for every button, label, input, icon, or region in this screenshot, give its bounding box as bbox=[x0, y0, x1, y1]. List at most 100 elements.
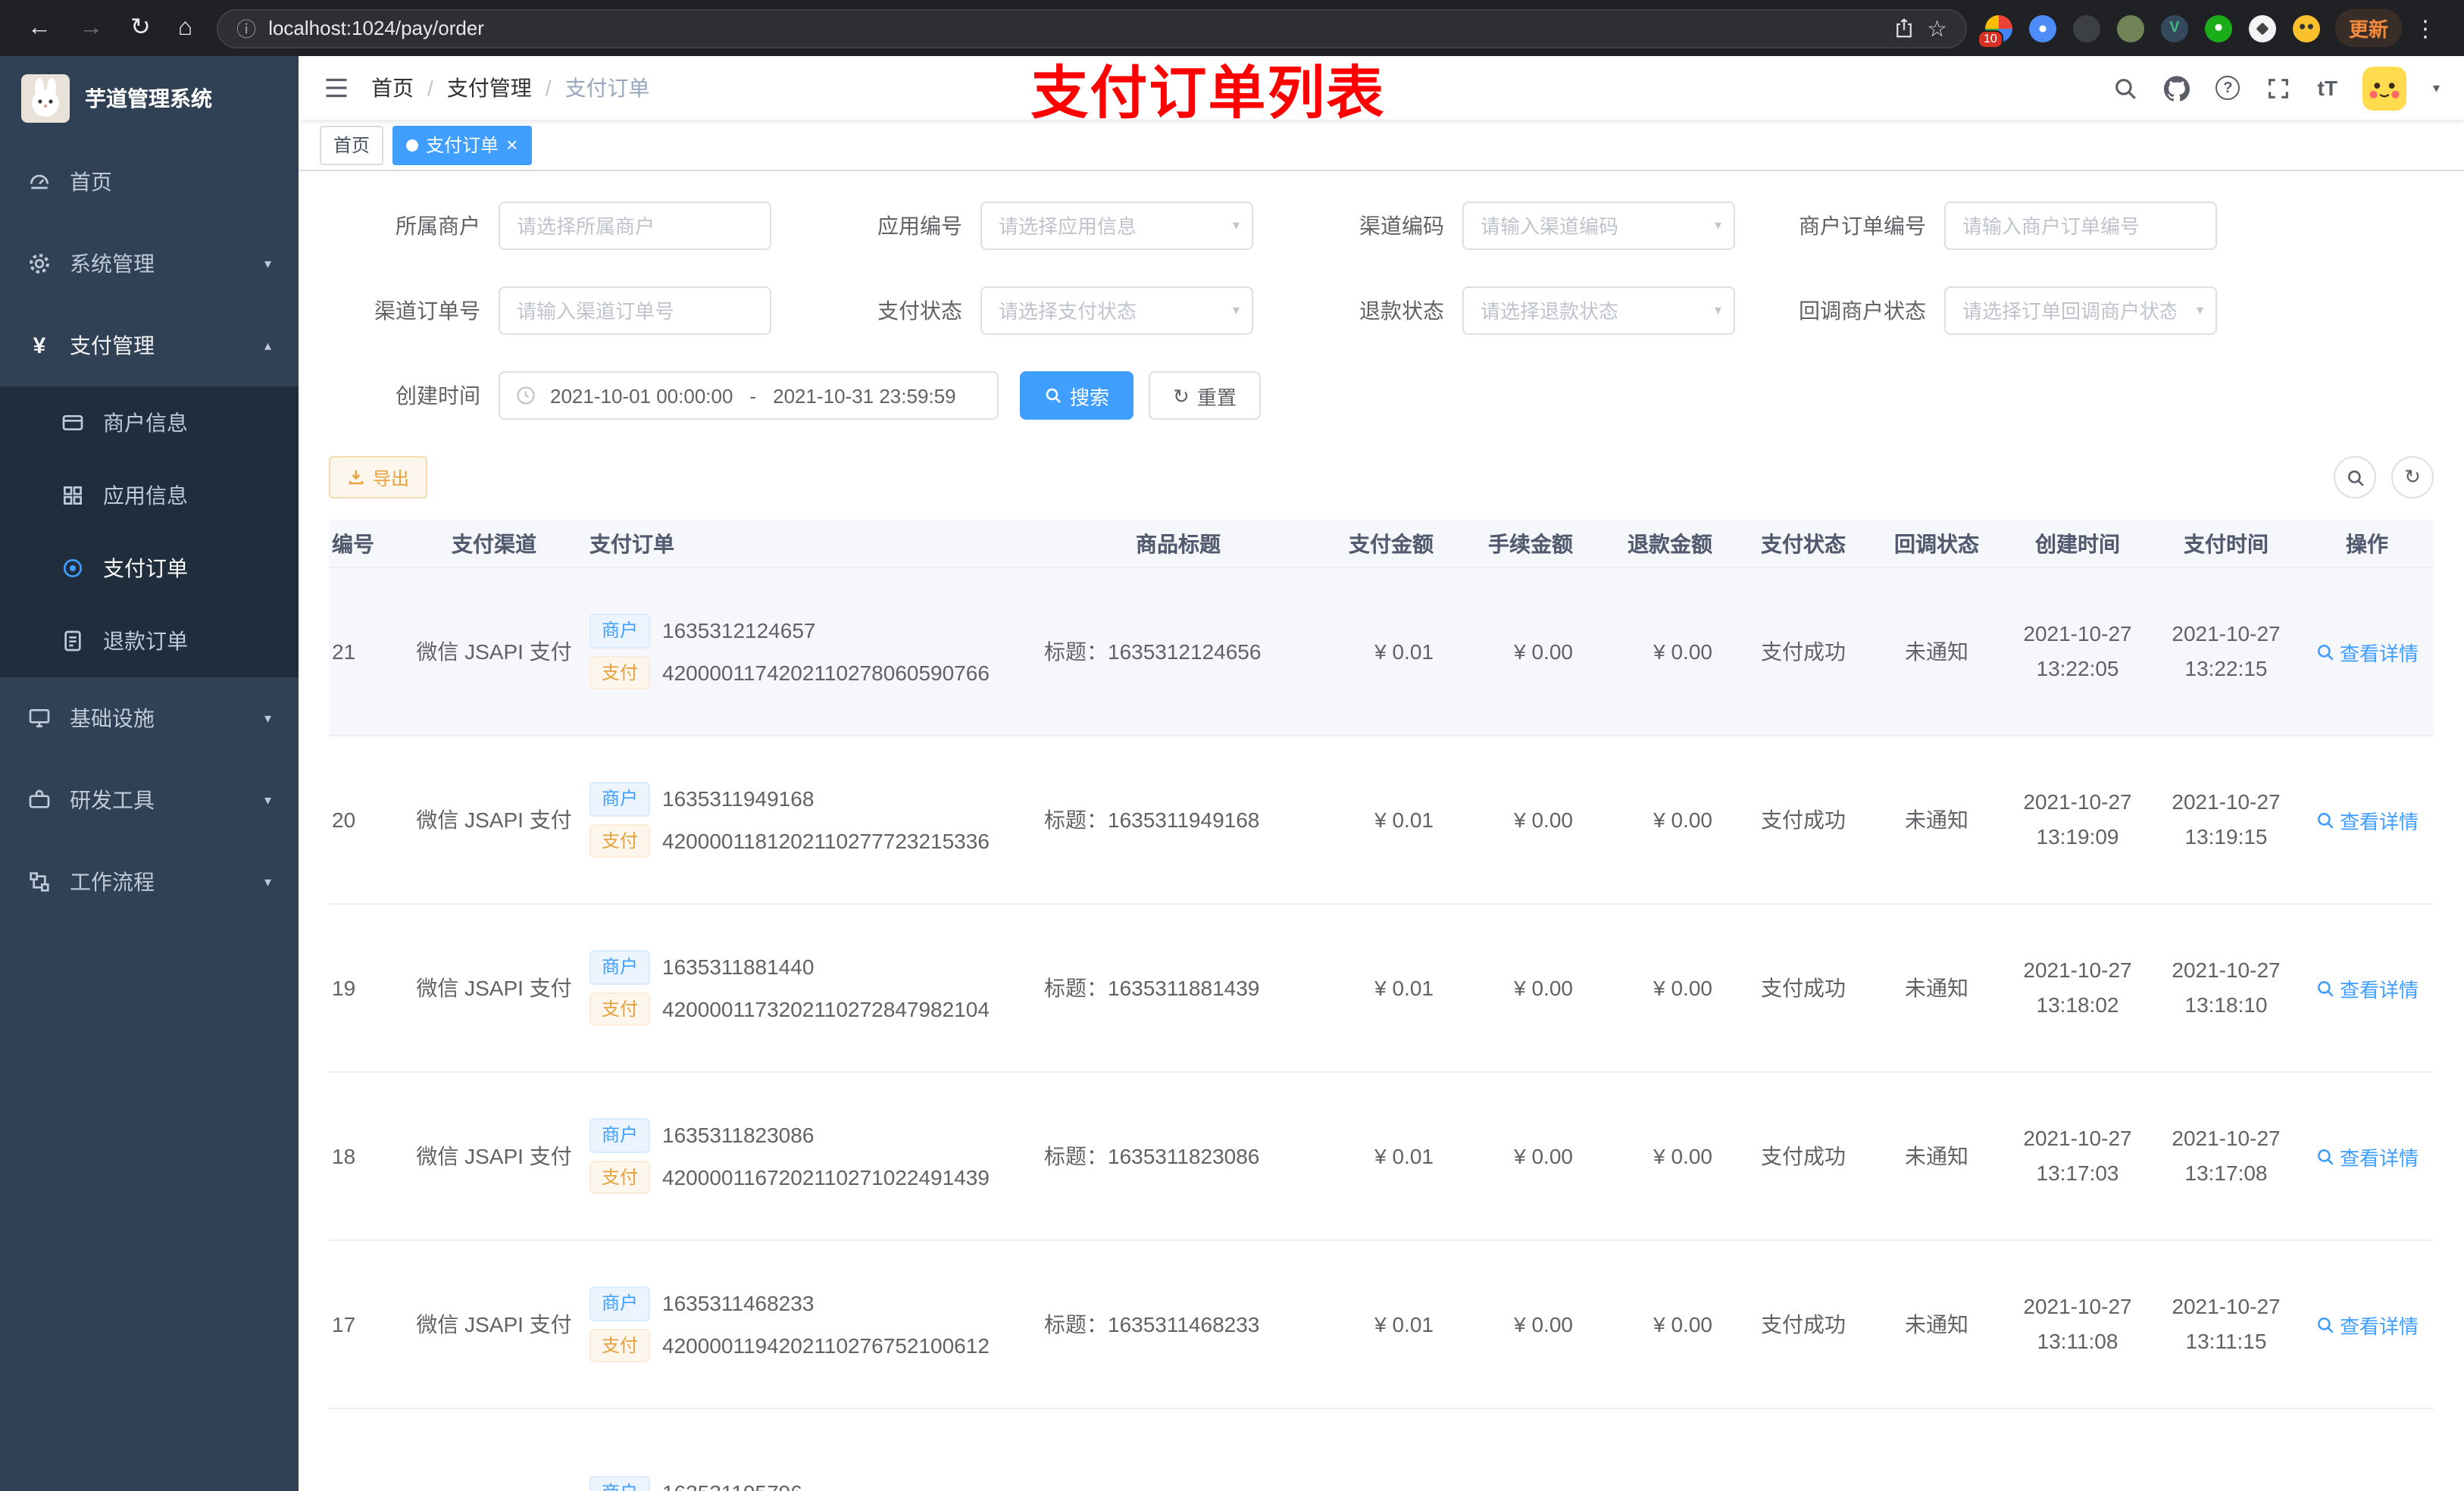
breadcrumb-separator: / bbox=[427, 76, 433, 100]
cell-product-title: 标题：1635311823086 bbox=[1044, 1144, 1260, 1168]
filter-callback-status: 回调商户状态 ▾ bbox=[1775, 286, 2256, 335]
create-time-range-picker[interactable]: 2021-10-01 00:00:00 - 2021-10-31 23:59:5… bbox=[499, 371, 999, 420]
table-row: 21 微信 JSAPI 支付 商户 1635312124657 支付 42000… bbox=[329, 568, 2434, 736]
cell-pay-status: 支付成功 bbox=[1761, 1144, 1846, 1168]
filter-label: 应用编号 bbox=[877, 214, 962, 238]
filter-channel-code: 渠道编码 ▾ bbox=[1293, 202, 1775, 250]
sidebar-item-system[interactable]: 系统管理 ▾ bbox=[0, 223, 299, 305]
close-icon[interactable]: × bbox=[506, 135, 518, 155]
cell-order-id: 19 bbox=[332, 976, 356, 1000]
reset-button[interactable]: ↻ 重置 bbox=[1149, 371, 1261, 420]
bookmark-star-icon[interactable]: ☆ bbox=[1927, 14, 1947, 42]
breadcrumb-home[interactable]: 首页 bbox=[371, 73, 414, 103]
cell-refund-amount: ¥ 0.00 bbox=[1653, 1312, 1712, 1336]
table-row: 商户 163531195796 支付 bbox=[329, 1409, 2434, 1491]
view-detail-link[interactable]: 查看详情 bbox=[2315, 1142, 2419, 1171]
search-icon[interactable] bbox=[2113, 75, 2139, 101]
channel-order-no-input[interactable] bbox=[499, 286, 771, 335]
merchant-tag: 商户 bbox=[589, 781, 651, 816]
callback-status-input[interactable] bbox=[1944, 286, 2217, 335]
extensions-puzzle-icon[interactable]: 10 bbox=[1977, 14, 2012, 48]
col-pay-order: 支付订单 bbox=[589, 531, 674, 555]
pay-status-input[interactable] bbox=[980, 286, 1253, 335]
reload-icon[interactable]: ↻ bbox=[130, 15, 151, 40]
cell-actions: 查看详情 bbox=[2300, 805, 2434, 834]
merchant-order-no-input[interactable] bbox=[1944, 202, 2217, 250]
cell-pay-order: 商户 163531195796 支付 bbox=[583, 1468, 1038, 1491]
sidebar-item-devtools[interactable]: 研发工具 ▾ bbox=[0, 759, 299, 841]
fullscreen-icon[interactable] bbox=[2266, 75, 2292, 101]
cell-pay-time: 2021-10-27 13:22:15 bbox=[2172, 620, 2281, 680]
app-input[interactable] bbox=[980, 202, 1253, 250]
tab-pay-order[interactable]: 支付订单 × bbox=[392, 125, 532, 164]
sidebar-item-home[interactable]: 首页 bbox=[0, 141, 299, 223]
refresh-table-button[interactable]: ↻ bbox=[2391, 456, 2434, 499]
address-bar[interactable]: ⓘ localhost:1024/pay/order ☆ bbox=[217, 8, 1967, 48]
table-tools: ↻ bbox=[2334, 456, 2434, 499]
github-icon[interactable] bbox=[2164, 75, 2190, 101]
extension-chat-icon[interactable] bbox=[2204, 14, 2232, 42]
search-button[interactable]: 搜索 bbox=[1020, 371, 1134, 420]
channel-code-input[interactable] bbox=[1462, 202, 1735, 250]
merchant-input[interactable] bbox=[499, 202, 771, 250]
tab-home[interactable]: 首页 bbox=[320, 125, 384, 164]
filter-label: 创建时间 bbox=[396, 383, 480, 408]
table-row: 19 微信 JSAPI 支付 商户 1635311881440 支付 42000… bbox=[329, 905, 2434, 1073]
home-icon[interactable]: ⌂ bbox=[178, 15, 192, 40]
hamburger-icon[interactable] bbox=[323, 74, 350, 102]
extension-olive-icon[interactable] bbox=[2116, 14, 2144, 42]
refund-status-select: ▾ bbox=[1462, 286, 1735, 335]
font-size-icon[interactable]: tT bbox=[2318, 76, 2337, 100]
sidebar-item-merchant-info[interactable]: 商户信息 bbox=[0, 386, 299, 459]
site-info-icon[interactable]: ⓘ bbox=[236, 14, 256, 42]
cell-pay-channel: 微信 JSAPI 支付 bbox=[416, 639, 572, 664]
view-detail-link[interactable]: 查看详情 bbox=[2315, 1310, 2419, 1339]
app-logo[interactable]: 芋道管理系统 bbox=[0, 56, 299, 141]
filter-label: 商户订单编号 bbox=[1799, 214, 1926, 238]
user-dropdown-caret-icon[interactable]: ▾ bbox=[2433, 80, 2440, 96]
view-detail-link[interactable]: 查看详情 bbox=[2315, 637, 2419, 666]
browser-menu-icon[interactable]: ⋮ bbox=[2402, 14, 2449, 42]
table-row: 18 微信 JSAPI 支付 商户 1635311823086 支付 42000… bbox=[329, 1073, 2434, 1241]
sidebar-item-app-info[interactable]: 应用信息 bbox=[0, 459, 299, 532]
cell-notify-status: 未通知 bbox=[1905, 1312, 1968, 1336]
sidebar-item-refund-order[interactable]: 退款订单 bbox=[0, 605, 299, 677]
merchant-tag: 商户 bbox=[589, 1117, 651, 1152]
vue-devtools-icon[interactable]: V bbox=[2160, 14, 2188, 42]
cell-product-title: 标题：1635311949168 bbox=[1044, 808, 1260, 832]
navbar-tools: ? tT ▾ bbox=[2113, 66, 2440, 110]
merchant-order-no: 1635312124657 bbox=[662, 618, 816, 643]
breadcrumb-separator: / bbox=[545, 76, 552, 100]
profile-avatar-icon[interactable] bbox=[2292, 14, 2320, 42]
export-button[interactable]: 导出 bbox=[329, 456, 428, 499]
cell-pay-time: 2021-10-27 13:19:15 bbox=[2172, 789, 2281, 849]
view-detail-link[interactable]: 查看详情 bbox=[2315, 805, 2419, 834]
breadcrumb-payment[interactable]: 支付管理 bbox=[447, 73, 532, 103]
cell-pay-order: 商户 1635311823086 支付 42000011672021102710… bbox=[583, 1110, 1038, 1202]
help-icon[interactable]: ? bbox=[2215, 76, 2240, 100]
share-icon[interactable] bbox=[1892, 17, 1915, 39]
grid-icon bbox=[61, 483, 85, 508]
refund-status-input[interactable] bbox=[1462, 286, 1735, 335]
user-avatar[interactable] bbox=[2362, 66, 2407, 110]
workflow-icon bbox=[27, 870, 52, 894]
forward-icon[interactable]: → bbox=[79, 15, 103, 40]
sidebar-item-payment[interactable]: ¥ 支付管理 ▴ bbox=[0, 305, 299, 386]
cell-pay-status: 支付成功 bbox=[1761, 808, 1846, 832]
sidebar-item-workflow[interactable]: 工作流程 ▾ bbox=[0, 841, 299, 923]
sidebar-item-pay-order[interactable]: 支付订单 bbox=[0, 532, 299, 605]
table-body: 21 微信 JSAPI 支付 商户 1635312124657 支付 42000… bbox=[329, 568, 2434, 1491]
cell-order-id: 18 bbox=[332, 1144, 356, 1168]
screen: ← → ↻ ⌂ ⓘ localhost:1024/pay/order ☆ 10 … bbox=[0, 0, 2464, 1491]
cell-fee-amount: ¥ 0.00 bbox=[1514, 1312, 1573, 1336]
chrome-update-button[interactable]: 更新 bbox=[2334, 9, 2402, 47]
back-icon[interactable]: ← bbox=[27, 15, 52, 40]
view-detail-link[interactable]: 查看详情 bbox=[2315, 974, 2419, 1002]
extension-dark-icon[interactable] bbox=[2072, 14, 2100, 42]
toggle-search-button[interactable] bbox=[2334, 456, 2376, 499]
sidebar-item-infra[interactable]: 基础设施 ▾ bbox=[0, 677, 299, 759]
extension-pin-icon[interactable] bbox=[2248, 14, 2276, 42]
channel-pay-no: 4200001194202110276752100612 bbox=[662, 1333, 990, 1358]
cell-pay-status: 支付成功 bbox=[1761, 1312, 1846, 1336]
extension-blue-icon[interactable] bbox=[2028, 14, 2056, 42]
